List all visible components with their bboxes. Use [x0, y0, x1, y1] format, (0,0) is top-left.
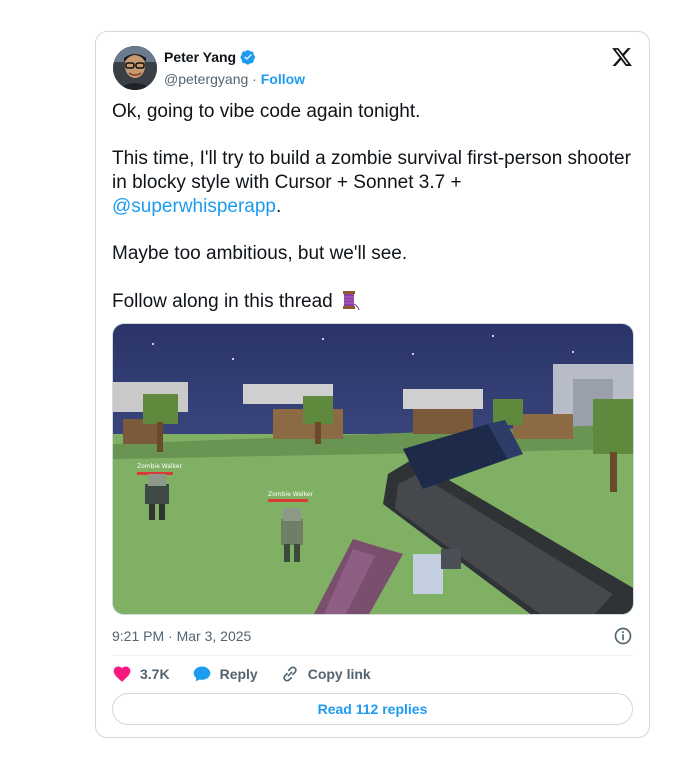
link-icon — [283, 666, 297, 682]
tweet-text: Ok, going to vibe code again tonight. Th… — [112, 100, 632, 337]
tweet-line-2: This time, I'll try to build a zombie su… — [112, 147, 632, 219]
info-icon[interactable] — [613, 626, 633, 646]
copy-link-button[interactable]: Copy link — [280, 664, 371, 684]
divider — [112, 655, 633, 656]
game-screenshot: Zombie Walker Zombie Walker — [113, 324, 633, 614]
zombie-label-2: Zombie Walker — [268, 491, 314, 498]
tweet-time: 9:21 PM — [112, 628, 165, 644]
x-logo-icon[interactable] — [611, 46, 633, 68]
tweet-line-1: Ok, going to vibe code again tonight. — [112, 101, 421, 122]
thread-spool-emoji — [343, 291, 360, 311]
follow-button[interactable]: Follow — [261, 71, 305, 87]
tweet-date: Mar 3, 2025 — [176, 628, 252, 644]
avatar[interactable] — [113, 46, 157, 90]
tweet-line-4-text: Follow along in this thread — [112, 291, 333, 312]
tweet-line-3: Maybe too ambitious, but we'll see. — [112, 243, 408, 264]
mention-link[interactable]: @superwhisperapp — [112, 196, 276, 217]
handle-row: @petergyang · Follow — [164, 71, 305, 87]
like-count: 3.7K — [140, 666, 170, 682]
read-replies-button[interactable]: Read 112 replies — [112, 693, 633, 725]
action-bar: 3.7K Reply Copy link — [112, 664, 371, 684]
reply-button[interactable]: Reply — [192, 664, 258, 684]
reply-bubble-icon — [193, 666, 210, 682]
copy-link-label: Copy link — [307, 666, 371, 682]
author-handle[interactable]: @petergyang — [164, 71, 248, 87]
verified-badge-icon — [240, 50, 256, 65]
tweet-media-image[interactable]: Zombie Walker Zombie Walker — [112, 323, 634, 615]
tweet-line-2-end: . — [276, 196, 282, 217]
author-name-row: Peter Yang — [164, 49, 256, 65]
meta-separator: · — [168, 628, 173, 644]
heart-icon — [113, 666, 131, 682]
zombie-label-1: Zombie Walker — [137, 463, 183, 470]
handle-separator: · — [252, 71, 257, 87]
tweet-timestamp[interactable]: 9:21 PM · Mar 3, 2025 — [112, 628, 251, 644]
reply-label: Reply — [219, 666, 258, 682]
tweet-line-4: Follow along in this thread — [112, 289, 632, 314]
author-name[interactable]: Peter Yang — [164, 49, 236, 65]
like-button[interactable]: 3.7K — [112, 664, 170, 684]
tweet-card: Peter Yang @petergyang · Follow Ok, goin… — [95, 31, 650, 738]
tweet-line-2-text: This time, I'll try to build a zombie su… — [112, 148, 631, 193]
